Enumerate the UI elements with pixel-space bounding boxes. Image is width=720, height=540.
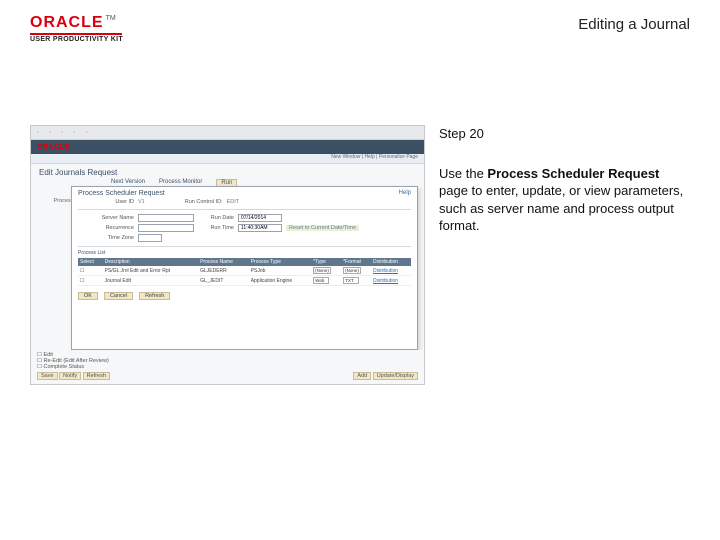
modal-title: Process Scheduler Request	[72, 187, 417, 198]
browser-tabs: ◦◦◦◦◦	[31, 126, 424, 140]
recurrence-input	[138, 224, 194, 232]
reset-datetime-button: Reset to Current Date/Time	[286, 225, 359, 231]
footer-refresh-button: Refresh	[83, 372, 110, 380]
add-button: Add	[353, 372, 371, 380]
ok-button: OK	[78, 292, 98, 300]
document-title: Editing a Journal	[578, 16, 690, 33]
app-brandbar: ORACLE	[31, 140, 424, 154]
save-button: Save	[37, 372, 58, 380]
update-display-button: Update/Display	[373, 372, 418, 380]
modal-help-link: Help	[399, 190, 411, 196]
embedded-screenshot: ◦◦◦◦◦ ORACLE New Window | Help | Persona…	[30, 125, 425, 385]
logo-subtitle: USER PRODUCTIVITY KIT	[30, 36, 123, 43]
app-subbar: New Window | Help | Personalize Page	[31, 154, 424, 164]
step-number: Step 20	[439, 125, 689, 143]
app-brand-text: ORACLE	[37, 144, 70, 151]
refresh-button: Refresh	[139, 292, 170, 300]
run-date-input	[238, 214, 282, 222]
process-list-table: Select Description Process Name Process …	[78, 258, 411, 286]
timezone-input	[138, 234, 162, 242]
process-scheduler-modal: Process Scheduler Request Help User ID V…	[71, 186, 418, 350]
oracle-logo: ORACLE TM USER PRODUCTIVITY KIT	[30, 14, 123, 43]
page-header: ORACLE TM USER PRODUCTIVITY KIT Editing …	[0, 0, 720, 49]
logo-text: ORACLE	[30, 14, 104, 32]
screenshot-column: ◦◦◦◦◦ ORACLE New Window | Help | Persona…	[30, 125, 425, 385]
server-name-input	[138, 214, 194, 222]
logo-rule	[30, 33, 122, 35]
process-list-label: Process List	[72, 250, 417, 258]
table-row: ☐ Journal Edit GL_JEDIT Application Engi…	[78, 276, 411, 286]
logo-trademark: TM	[106, 15, 116, 22]
instruction-column: Step 20 Use the Process Scheduler Reques…	[439, 125, 689, 385]
content-row: ◦◦◦◦◦ ORACLE New Window | Help | Persona…	[0, 49, 720, 385]
table-row: ☐ PS/GL Jrnl Edit and Error Rpt GLJEDERR…	[78, 266, 411, 276]
run-time-input	[238, 224, 282, 232]
instruction-text: Use the Process Scheduler Request page t…	[439, 165, 689, 235]
modal-buttons: OK Cancel Refresh	[72, 290, 417, 302]
cancel-button: Cancel	[104, 292, 133, 300]
app-footer: ☐ Edit ☐ Re-Edit (Edit After Review) ☐ C…	[31, 350, 424, 384]
notify-button: Notify	[59, 372, 81, 380]
app-page-title: Edit Journals Request	[31, 164, 424, 179]
